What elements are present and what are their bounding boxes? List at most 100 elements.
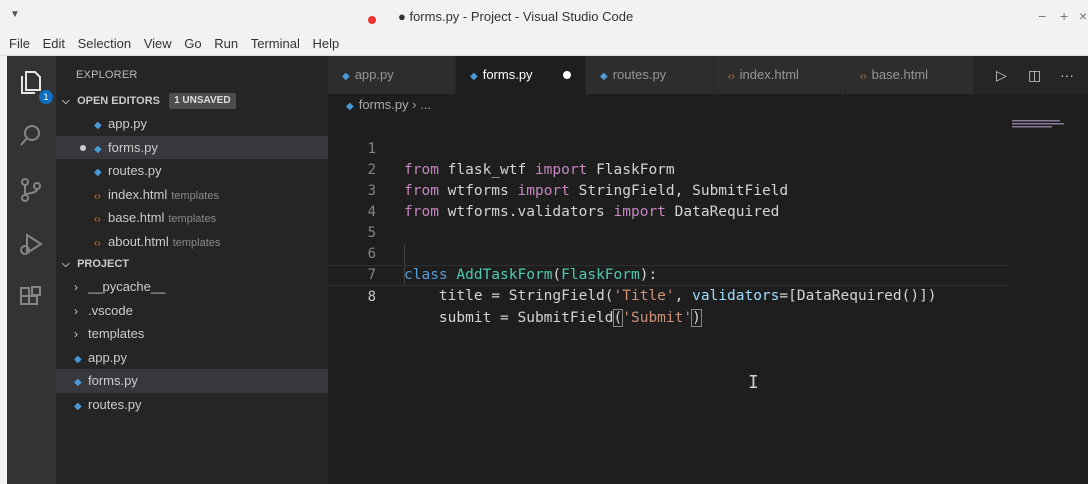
file-folder-hint: templates: [172, 236, 221, 249]
python-file-icon: ◆: [74, 377, 82, 388]
unsaved-dot-icon[interactable]: [563, 71, 571, 79]
project-title: PROJECT: [77, 258, 130, 270]
file-item[interactable]: ◆ routes.py: [56, 393, 328, 417]
activity-bar: 1: [0, 56, 56, 484]
title-bar: ▼ ● forms.py - Project - Visual Studio C…: [0, 0, 1088, 32]
open-editors-header[interactable]: ⌵ OPEN EDITORS 1 UNSAVED: [56, 90, 328, 112]
tab-base-html[interactable]: ‹› base.html: [846, 56, 974, 94]
run-debug-icon[interactable]: [17, 230, 51, 264]
project-header[interactable]: ⌵ PROJECT: [56, 253, 328, 275]
file-name: base.html: [108, 210, 165, 225]
more-actions-button[interactable]: ···: [1060, 56, 1074, 94]
python-file-icon: ◆: [470, 71, 478, 82]
menu-selection[interactable]: Selection: [78, 36, 131, 51]
folder-name: .vscode: [88, 302, 133, 318]
split-editor-button[interactable]: ◫: [1028, 56, 1041, 94]
folder-name: templates: [88, 326, 145, 341]
unsaved-count-badge: 1 UNSAVED: [169, 93, 236, 110]
file-name: forms.py: [88, 373, 138, 388]
file-name: routes.py: [108, 163, 162, 178]
code-line: 3 from wtforms.validators import DataReq…: [328, 160, 1008, 220]
folder-item[interactable]: › templates: [56, 322, 328, 346]
menu-terminal[interactable]: Terminal: [251, 36, 300, 51]
code-line: 7 title = StringField('Title', validator…: [328, 244, 1008, 304]
menu-edit[interactable]: Edit: [43, 36, 65, 51]
python-file-icon: ◆: [600, 71, 608, 82]
tab-app-py[interactable]: ◆ app.py: [328, 56, 456, 94]
extensions-icon[interactable]: [17, 284, 51, 318]
file-folder-hint: templates: [171, 189, 219, 202]
editor-tabs: ◆ app.py ◆ forms.py ◆ routes.py ‹› index.htm…: [328, 56, 1088, 94]
sidebar-title: EXPLORER: [76, 69, 138, 81]
open-editor-item[interactable]: ‹› index.html templates: [56, 183, 328, 207]
menu-run[interactable]: Run: [214, 36, 238, 51]
breadcrumb[interactable]: ◆ forms.py › ...: [346, 97, 431, 112]
open-editor-item[interactable]: ◆ forms.py: [56, 135, 328, 159]
code-editor[interactable]: 1 from flask_wtf import FlaskForm 2 from…: [328, 116, 1088, 484]
code-line: 2 from wtforms import StringField, Submi…: [328, 139, 1008, 199]
source-control-icon[interactable]: [17, 176, 51, 210]
breadcrumb-rest: › ...: [412, 97, 431, 112]
close-button[interactable]: ×: [1079, 8, 1087, 24]
window-title: ● forms.py - Project - Visual Studio Cod…: [398, 9, 634, 24]
file-folder-hint: templates: [168, 213, 217, 225]
search-icon[interactable]: [17, 122, 51, 156]
files-icon[interactable]: 1: [17, 68, 53, 104]
file-name: app.py: [88, 349, 128, 365]
tab-label: app.py: [354, 67, 394, 82]
file-item[interactable]: ◆ app.py: [56, 346, 328, 370]
menu-bar: File Edit Selection View Go Run Terminal…: [0, 32, 1088, 56]
tab-label: routes.py: [612, 67, 667, 82]
menu-file[interactable]: File: [9, 36, 30, 51]
code-text: title = StringField('Title', validators=…: [404, 288, 937, 304]
folder-item[interactable]: › .vscode: [56, 299, 328, 323]
tab-routes-py[interactable]: ◆ routes.py: [586, 56, 714, 94]
explorer-sidebar: EXPLORER ⌵ OPEN EDITORS 1 UNSAVED ◆ app.p…: [56, 56, 328, 484]
unsaved-indicator-icon: [368, 16, 376, 24]
menu-view[interactable]: View: [144, 36, 172, 51]
python-file-icon: ◆: [94, 167, 102, 178]
menu-go[interactable]: Go: [184, 36, 201, 51]
open-editor-item[interactable]: ◆ routes.py: [56, 159, 328, 183]
python-file-icon: ◆: [346, 101, 354, 112]
open-editors-title: OPEN EDITORS: [77, 95, 160, 107]
file-name: routes.py: [88, 396, 142, 412]
tab-forms-py[interactable]: ◆ forms.py: [456, 56, 586, 94]
menu-help[interactable]: Help: [313, 36, 340, 51]
chevron-right-icon: ›: [74, 327, 78, 341]
chevron-down-icon: ⌵: [62, 96, 70, 107]
window-menu-icon[interactable]: ▼: [10, 9, 20, 20]
chevron-down-icon: ⌵: [62, 259, 70, 270]
file-name: about.html: [108, 233, 169, 249]
current-code-line: 8 submit = SubmitField('Submit'): [328, 265, 1008, 327]
python-file-icon: ◆: [94, 120, 102, 131]
open-editor-item[interactable]: ‹› base.html templates: [56, 206, 328, 230]
code-line: 1 from flask_wtf import FlaskForm: [328, 118, 1008, 178]
html-file-icon: ‹›: [728, 71, 735, 82]
python-file-icon: ◆: [94, 143, 102, 155]
python-file-icon: ◆: [74, 353, 82, 365]
html-file-icon: ‹›: [94, 190, 101, 202]
minimize-button[interactable]: −: [1038, 8, 1046, 24]
folder-item[interactable]: › __pycache__: [56, 275, 328, 299]
open-editor-item[interactable]: ‹› about.html templates: [56, 230, 328, 254]
chevron-right-icon: ›: [74, 303, 78, 318]
run-file-button[interactable]: ▷: [996, 56, 1007, 94]
html-file-icon: ‹›: [94, 237, 101, 249]
tab-index-html[interactable]: ‹› index.html: [714, 56, 846, 94]
tab-label: index.html: [739, 67, 799, 82]
open-editor-item[interactable]: ◆ app.py: [56, 112, 328, 136]
maximize-button[interactable]: +: [1060, 8, 1068, 24]
file-item[interactable]: ◆ forms.py: [56, 369, 328, 393]
file-name: forms.py: [108, 139, 158, 155]
minimap[interactable]: [1012, 118, 1072, 138]
code-line: 5: [328, 202, 1008, 241]
python-file-icon: ◆: [342, 71, 350, 82]
html-file-icon: ‹›: [94, 214, 101, 225]
file-name: index.html: [108, 186, 168, 202]
explorer-badge: 1: [39, 90, 53, 104]
mouse-ibeam-cursor-icon: I: [748, 372, 759, 393]
folder-name: __pycache__: [88, 279, 166, 294]
tab-label: forms.py: [482, 67, 533, 82]
chevron-right-icon: ›: [74, 280, 78, 294]
